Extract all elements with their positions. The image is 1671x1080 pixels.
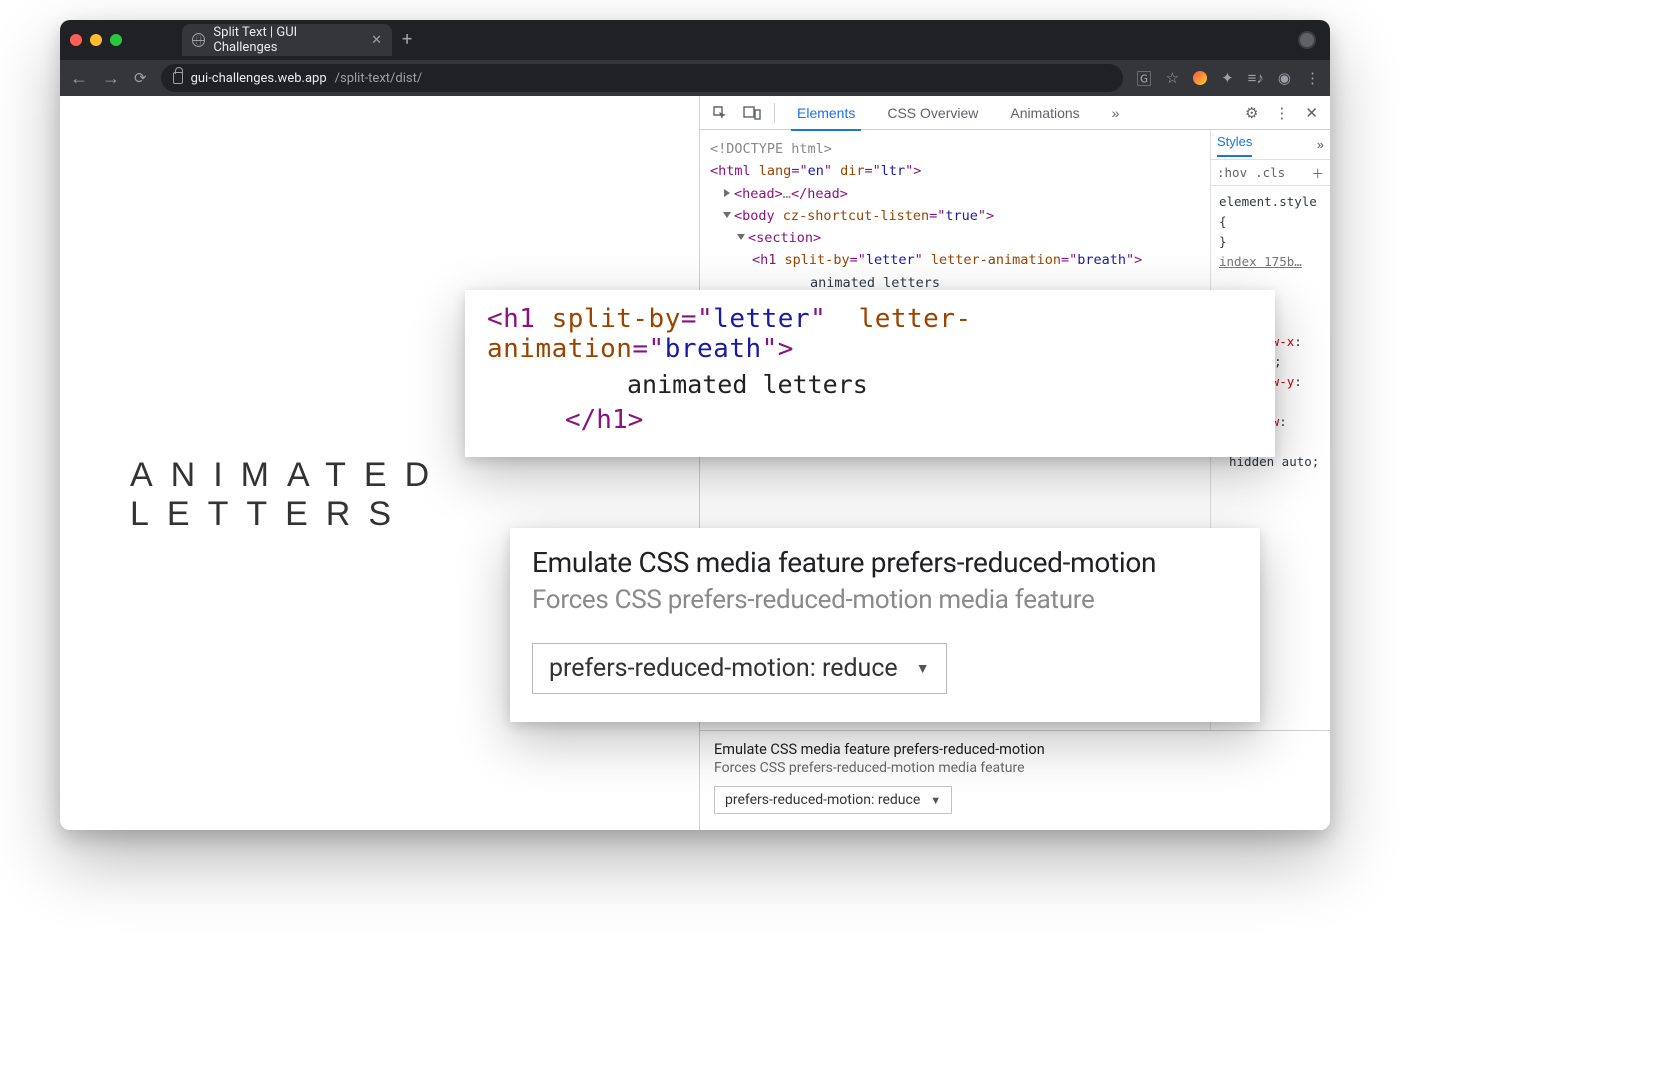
cls-toggle[interactable]: .cls [1255,165,1285,180]
profile-avatar-icon[interactable] [1298,31,1316,49]
extensions-icon[interactable]: ✦ [1221,69,1234,87]
lock-icon [173,72,183,84]
callout-h1-code: <h1 split-by="letter" letter-animation="… [465,290,1275,457]
html-open-line: <html lang="en" dir="ltr"> [710,160,1200,182]
new-style-rule-icon[interactable]: ＋ [1311,163,1324,182]
minimize-window-button[interactable] [90,34,102,46]
hov-toggle[interactable]: :hov [1217,165,1247,180]
tab-css-overview[interactable]: CSS Overview [873,96,992,130]
rule-selector: element.style { [1219,192,1322,232]
prefers-reduced-motion-select[interactable]: prefers-reduced-motion: reduce ▼ [714,786,952,814]
styles-tabbar: Styles » [1211,130,1330,160]
select-value: prefers-reduced-motion: reduce [549,654,898,683]
tab-elements[interactable]: Elements [783,96,869,130]
reload-button[interactable]: ⟳ [134,69,147,87]
url-domain: gui-challenges.web.app [191,71,327,86]
browser-tab[interactable]: Split Text | GUI Challenges ✕ [182,24,392,56]
tab-title: Split Text | GUI Challenges [213,25,357,55]
rendering-title: Emulate CSS media feature prefers-reduce… [714,741,1316,758]
rendering-desc: Forces CSS prefers-reduced-motion media … [714,760,1316,776]
dom-tree[interactable]: <!DOCTYPE html> <html lang="en" dir="ltr… [700,130,1210,830]
chevron-down-icon: ▼ [930,794,941,807]
translate-icon[interactable]: 🄶 [1137,68,1152,89]
extension-icon[interactable] [1193,71,1207,85]
page-heading: ANIMATED LETTERS [130,456,699,534]
bookmark-icon[interactable]: ☆ [1166,69,1179,87]
window-controls [70,34,122,46]
collapse-icon[interactable] [737,234,745,240]
separator [774,103,775,123]
close-tab-icon[interactable]: ✕ [371,33,382,48]
collapse-icon[interactable] [723,212,731,218]
callout-h1-text: animated letters [487,370,1253,399]
reading-list-icon[interactable]: ≡♪ [1248,69,1264,87]
browser-toolbar: ← → ⟳ gui-challenges.web.app/split-text/… [60,60,1330,96]
account-icon[interactable]: ◉ [1278,69,1291,87]
callout-rendering: Emulate CSS media feature prefers-reduce… [510,528,1260,722]
devtools-tabbar: Elements CSS Overview Animations » ⚙ ⋮ ✕ [700,96,1330,130]
back-button[interactable]: ← [70,68,88,89]
body-open-line: <body cz-shortcut-listen="true"> [710,205,1200,227]
devtools-close-icon[interactable]: ✕ [1299,104,1324,122]
new-tab-button[interactable]: + [402,31,412,49]
callout-rendering-title: Emulate CSS media feature prefers-reduce… [532,546,1238,579]
styles-pane: Styles » :hov .cls ＋ element.style { } i… [1210,130,1330,830]
h1-open-line: <h1 split-by="letter" letter-animation="… [710,249,1200,271]
maximize-window-button[interactable] [110,34,122,46]
device-toggle-icon[interactable] [738,102,766,124]
devtools-kebab-icon[interactable]: ⋮ [1268,104,1295,122]
chevron-down-icon: ▼ [916,660,930,677]
styles-tabs-overflow[interactable]: » [1317,137,1324,152]
toolbar-actions: 🄶 ☆ ✦ ≡♪ ◉ ⋮ [1137,68,1320,89]
rule-source[interactable]: index 175b… [1219,252,1322,272]
styles-filter-row: :hov .cls ＋ [1211,160,1330,186]
callout-rendering-desc: Forces CSS prefers-reduced-motion media … [532,585,1238,615]
kebab-menu-icon[interactable]: ⋮ [1305,69,1320,87]
tab-animations[interactable]: Animations [996,96,1093,130]
callout-prefers-reduced-motion-select[interactable]: prefers-reduced-motion: reduce ▼ [532,643,947,694]
doctype-line: <!DOCTYPE html> [710,138,1200,160]
rule-close: } [1219,232,1322,252]
close-window-button[interactable] [70,34,82,46]
tab-styles[interactable]: Styles [1217,134,1252,157]
globe-icon [192,33,205,47]
gear-icon[interactable]: ⚙ [1239,104,1264,122]
rendering-drawer: Emulate CSS media feature prefers-reduce… [700,730,1330,830]
address-bar[interactable]: gui-challenges.web.app/split-text/dist/ [161,64,1123,92]
callout-h1-close: </h1> [565,405,643,435]
inspect-icon[interactable] [706,102,734,124]
tab-strip: Split Text | GUI Challenges ✕ + [60,20,1330,60]
url-path: /split-text/dist/ [335,71,423,86]
tabs-overflow[interactable]: » [1098,96,1134,130]
section-open-line: <section> [710,227,1200,249]
expand-icon[interactable] [724,189,730,197]
head-line: <head>…</head> [710,183,1200,205]
forward-button[interactable]: → [102,68,120,89]
select-value: prefers-reduced-motion: reduce [725,792,920,808]
